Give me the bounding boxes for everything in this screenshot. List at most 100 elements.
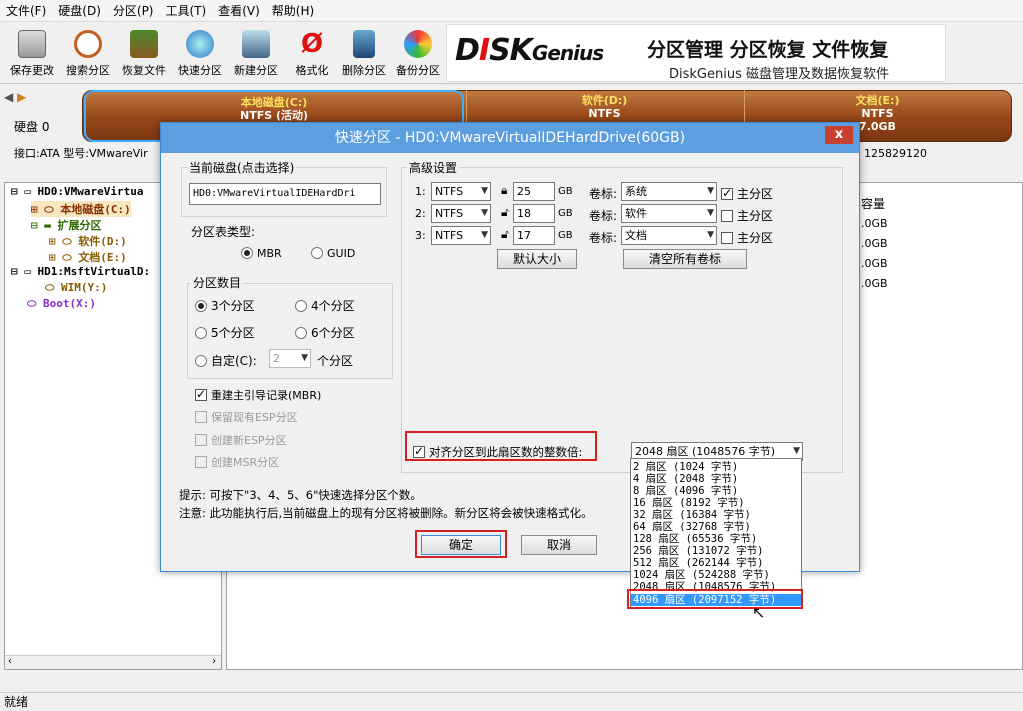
- tree-item-boot[interactable]: ⬭ Boot(X:): [27, 297, 96, 311]
- brand-banner: DISKGenius 分区管理 分区恢复 文件恢复 DiskGenius 磁盘管…: [446, 24, 946, 82]
- row-3-num: 3:: [415, 229, 426, 242]
- menu-disk[interactable]: 硬盘(D): [52, 2, 107, 19]
- menu-tools[interactable]: 工具(T): [160, 2, 213, 19]
- scroll-left-icon[interactable]: ‹: [7, 656, 13, 667]
- align-option[interactable]: 128 扇区 (65536 字节): [633, 533, 757, 545]
- recover-files-label: 恢复文件: [122, 64, 166, 77]
- tree-item-hd0[interactable]: ⊟ ▭ HD0:VMwareVirtua: [11, 185, 143, 198]
- search-partition-label: 搜索分区: [66, 64, 110, 77]
- partition-c-name: 本地磁盘(C:): [240, 96, 308, 109]
- quick-partition-button[interactable]: 快速分区: [172, 28, 228, 80]
- row-1-primary-checkbox[interactable]: 主分区: [721, 185, 773, 202]
- unlock-icon[interactable]: 🔓︎: [501, 227, 509, 242]
- clear-labels-button[interactable]: 清空所有卷标: [623, 249, 747, 269]
- quick-partition-icon: [186, 30, 214, 58]
- custom-count-select[interactable]: 2 ▼: [269, 349, 311, 368]
- row-3-volume-select[interactable]: 文档 ▼: [621, 226, 717, 245]
- delete-partition-button[interactable]: 删除分区: [336, 28, 392, 80]
- current-disk-field[interactable]: HD0:VMwareVirtualIDEHardDri: [189, 183, 381, 205]
- row-2-volume-select[interactable]: 软件 ▼: [621, 204, 717, 223]
- custom-count-suffix: 个分区: [317, 354, 354, 368]
- unlock-icon[interactable]: 🔓︎: [501, 205, 509, 220]
- recover-icon: [130, 30, 158, 58]
- format-icon: Ø: [300, 29, 324, 59]
- row-3-fs-select[interactable]: NTFS ▼: [431, 226, 491, 245]
- count-5-radio[interactable]: 5个分区: [195, 324, 255, 341]
- scroll-right-icon[interactable]: ›: [211, 656, 217, 667]
- save-label: 保存更改: [10, 64, 54, 77]
- partition-e-name: 文档(E:): [855, 94, 900, 107]
- align-option[interactable]: 32 扇区 (16384 字节): [633, 509, 751, 521]
- row-2-primary-checkbox[interactable]: 主分区: [721, 207, 773, 224]
- backup-partition-label: 备份分区: [396, 64, 440, 77]
- tree-item-extended[interactable]: ⊟ ▬ 扩展分区: [31, 217, 102, 233]
- disk-label: 硬盘 0: [14, 120, 50, 134]
- new-partition-icon: [242, 30, 270, 58]
- align-option[interactable]: 2 扇区 (1024 字节): [633, 461, 738, 473]
- lock-icon[interactable]: 🔒︎: [501, 183, 507, 198]
- rebuild-mbr-checkbox[interactable]: 重建主引导记录(MBR): [195, 387, 321, 403]
- tree-hscrollbar[interactable]: ‹ ›: [5, 655, 221, 669]
- arrow-left-icon[interactable]: ◀: [4, 90, 13, 104]
- row-2-fs-select[interactable]: NTFS ▼: [431, 204, 491, 223]
- guid-radio[interactable]: GUID: [311, 247, 355, 260]
- new-partition-label: 新建分区: [234, 64, 278, 77]
- new-partition-button[interactable]: 新建分区: [228, 28, 284, 80]
- tree-item-c[interactable]: ⊞ ⬭ 本地磁盘(C:): [31, 201, 131, 217]
- ok-button[interactable]: 确定: [421, 535, 501, 555]
- dialog-title: 快速分区 - HD0:VMwareVirtualIDEHardDrive(60G…: [161, 123, 859, 153]
- nav-arrows[interactable]: ◀ ▶: [4, 90, 26, 104]
- tree-item-hd1[interactable]: ⊟ ▭ HD1:MsftVirtualD:: [11, 265, 150, 278]
- close-icon[interactable]: x: [825, 126, 853, 144]
- partition-d-name: 软件(D:): [581, 94, 628, 107]
- row-2-size-input[interactable]: 18: [513, 204, 555, 223]
- magnifier-icon: [74, 30, 102, 58]
- count-custom-radio[interactable]: 自定(C):: [195, 352, 257, 369]
- cancel-button[interactable]: 取消: [521, 535, 597, 555]
- align-dropdown-list[interactable]: 2 扇区 (1024 字节) 4 扇区 (2048 字节) 8 扇区 (4096…: [630, 458, 802, 608]
- align-option[interactable]: 256 扇区 (131072 字节): [633, 545, 764, 557]
- default-size-button[interactable]: 默认大小: [497, 249, 577, 269]
- menu-help[interactable]: 帮助(H): [266, 2, 320, 19]
- tree-item-d[interactable]: ⊞ ⬭ 软件(D:): [49, 233, 127, 249]
- row-1-size-input[interactable]: 25: [513, 182, 555, 201]
- banner-headline: 分区管理 分区恢复 文件恢复: [647, 39, 889, 61]
- row-1-num: 1:: [415, 185, 426, 198]
- align-option[interactable]: 512 扇区 (262144 字节): [633, 557, 764, 569]
- row-3-unit: GB: [558, 230, 573, 241]
- align-checkbox[interactable]: 对齐分区到此扇区数的整数倍:: [413, 444, 582, 460]
- row-1-vol-label: 卷标:: [589, 187, 618, 201]
- align-option[interactable]: 8 扇区 (4096 字节): [633, 485, 738, 497]
- menu-file[interactable]: 文件(F): [0, 2, 52, 19]
- backup-icon: [404, 30, 432, 58]
- row-3-primary-checkbox[interactable]: 主分区: [721, 229, 773, 246]
- row-1-fs-select[interactable]: NTFS ▼: [431, 182, 491, 201]
- tree-item-e[interactable]: ⊞ ⬭ 文档(E:): [49, 249, 127, 265]
- warning-text: 注意: 此功能执行后,当前磁盘上的现有分区将被删除。新分区将会被快速格式化。: [179, 506, 593, 520]
- search-partition-button[interactable]: 搜索分区: [60, 28, 116, 80]
- row-3-size-input[interactable]: 17: [513, 226, 555, 245]
- partition-count-title: 分区数目: [191, 274, 244, 291]
- count-6-radio[interactable]: 6个分区: [295, 324, 355, 341]
- save-button[interactable]: 保存更改: [4, 28, 60, 80]
- count-4-radio[interactable]: 4个分区: [295, 297, 355, 314]
- menu-bar: 文件(F) 硬盘(D) 分区(P) 工具(T) 查看(V) 帮助(H): [0, 0, 1023, 22]
- row-1-volume-select[interactable]: 系统 ▼: [621, 182, 717, 201]
- align-option[interactable]: 4 扇区 (2048 字节): [633, 473, 738, 485]
- menu-partition[interactable]: 分区(P): [107, 2, 160, 19]
- align-option[interactable]: 16 扇区 (8192 字节): [633, 497, 745, 509]
- mbr-radio[interactable]: MBR: [241, 247, 282, 260]
- tree-item-wim[interactable]: ⬭ WIM(Y:): [45, 281, 107, 295]
- current-disk-title: 当前磁盘(点击选择): [187, 159, 297, 176]
- row-3-vol-label: 卷标:: [589, 231, 618, 245]
- disk-info-left: 接口:ATA 型号:VMwareVir: [14, 147, 148, 160]
- menu-view[interactable]: 查看(V): [212, 2, 266, 19]
- align-option[interactable]: 1024 扇区 (524288 字节): [633, 569, 770, 581]
- align-option[interactable]: 64 扇区 (32768 字节): [633, 521, 751, 533]
- format-button[interactable]: Ø 格式化: [284, 28, 340, 80]
- new-esp-checkbox: 创建新ESP分区: [195, 432, 287, 448]
- arrow-right-icon[interactable]: ▶: [17, 90, 26, 104]
- recover-files-button[interactable]: 恢复文件: [116, 28, 172, 80]
- backup-partition-button[interactable]: 备份分区: [390, 28, 446, 80]
- count-3-radio[interactable]: 3个分区: [195, 297, 255, 314]
